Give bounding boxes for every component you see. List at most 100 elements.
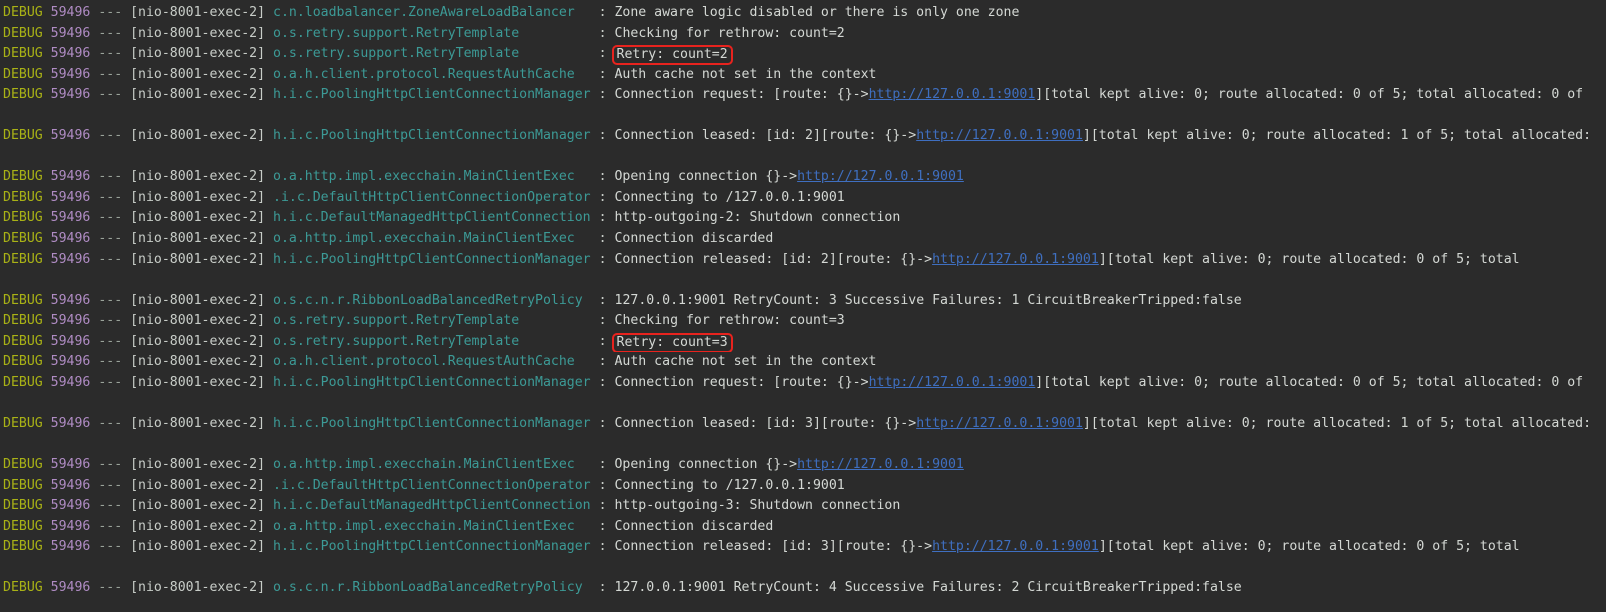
log-dashes: --- <box>98 415 123 431</box>
message-separator: : <box>598 251 607 267</box>
log-dashes: --- <box>98 477 123 493</box>
log-message: Connection released: [id: 2][route: {}->… <box>614 251 1520 267</box>
thread-name: [nio-8001-exec-2] <box>130 539 266 555</box>
url-link[interactable]: http://127.0.0.1:9001 <box>916 128 1083 143</box>
log-line: DEBUG 59496 --- [nio-8001-exec-2] h.i.c.… <box>3 414 1606 435</box>
process-id: 59496 <box>50 477 91 493</box>
process-id: 59496 <box>50 128 91 144</box>
log-line: DEBUG 59496 --- [nio-8001-exec-2] o.s.re… <box>3 24 1606 45</box>
message-separator: : <box>598 25 607 41</box>
log-line: DEBUG 59496 --- [nio-8001-exec-2] o.a.h.… <box>3 352 1606 373</box>
message-separator: : <box>598 477 607 493</box>
log-level: DEBUG <box>3 210 43 226</box>
url-link[interactable]: http://127.0.0.1:9001 <box>932 252 1099 267</box>
thread-name: [nio-8001-exec-2] <box>130 292 266 308</box>
logger-name: o.s.retry.support.RetryTemplate <box>273 46 520 62</box>
process-id: 59496 <box>50 539 91 555</box>
process-id: 59496 <box>50 46 91 62</box>
process-id: 59496 <box>50 25 91 41</box>
log-message: Connecting to /127.0.0.1:9001 <box>614 189 845 205</box>
logger-name: o.a.http.impl.execchain.MainClientExec <box>273 231 575 247</box>
process-id: 59496 <box>50 87 91 103</box>
url-link[interactable]: http://127.0.0.1:9001 <box>932 539 1099 554</box>
message-separator: : <box>598 333 607 349</box>
process-id: 59496 <box>50 5 91 20</box>
logger-name: .i.c.DefaultHttpClientConnectionOperator <box>273 477 591 493</box>
log-dashes: --- <box>98 292 123 308</box>
log-blank-line <box>3 558 1606 579</box>
log-message: Retry: count=3 <box>611 332 733 353</box>
message-separator: : <box>598 580 607 596</box>
message-separator: : <box>598 539 607 555</box>
log-level: DEBUG <box>3 46 43 62</box>
log-dashes: --- <box>98 518 123 534</box>
thread-name: [nio-8001-exec-2] <box>130 333 266 349</box>
process-id: 59496 <box>50 313 91 329</box>
process-id: 59496 <box>50 292 91 308</box>
log-level: DEBUG <box>3 477 43 493</box>
log-blank-line <box>3 393 1606 414</box>
log-message: Connection leased: [id: 2][route: {}->ht… <box>614 128 1592 144</box>
log-line: DEBUG 59496 --- [nio-8001-exec-2] o.s.c.… <box>3 291 1606 312</box>
log-line: DEBUG 59496 --- [nio-8001-exec-2] h.i.c.… <box>3 496 1606 517</box>
log-line: DEBUG 59496 --- [nio-8001-exec-2] .i.c.D… <box>3 188 1606 209</box>
log-message: Opening connection {}->http://127.0.0.1:… <box>614 169 964 185</box>
url-link[interactable]: http://127.0.0.1:9001 <box>916 416 1083 431</box>
process-id: 59496 <box>50 66 91 82</box>
process-id: 59496 <box>50 189 91 205</box>
thread-name: [nio-8001-exec-2] <box>130 251 266 267</box>
process-id: 59496 <box>50 374 91 390</box>
logger-name: h.i.c.DefaultManagedHttpClientConnection <box>273 210 591 226</box>
thread-name: [nio-8001-exec-2] <box>130 231 266 247</box>
message-separator: : <box>598 374 607 390</box>
url-link[interactable]: http://127.0.0.1:9001 <box>797 169 964 184</box>
message-separator: : <box>598 313 607 329</box>
log-dashes: --- <box>98 46 123 62</box>
url-link[interactable]: http://127.0.0.1:9001 <box>869 375 1036 390</box>
log-line: DEBUG 59496 --- [nio-8001-exec-2] h.i.c.… <box>3 85 1606 106</box>
log-dashes: --- <box>98 210 123 226</box>
message-separator: : <box>598 189 607 205</box>
url-link[interactable]: http://127.0.0.1:9001 <box>797 457 964 472</box>
thread-name: [nio-8001-exec-2] <box>130 210 266 226</box>
log-line: DEBUG 59496 --- [nio-8001-exec-2] h.i.c.… <box>3 208 1606 229</box>
log-line: DEBUG 59496 --- [nio-8001-exec-2] o.a.ht… <box>3 229 1606 250</box>
message-separator: : <box>598 46 607 62</box>
thread-name: [nio-8001-exec-2] <box>130 415 266 431</box>
thread-name: [nio-8001-exec-2] <box>130 128 266 144</box>
log-message: Auth cache not set in the context <box>614 354 877 370</box>
log-level: DEBUG <box>3 313 43 329</box>
message-separator: : <box>598 128 607 144</box>
log-level: DEBUG <box>3 498 43 514</box>
log-message: 127.0.0.1:9001 RetryCount: 4 Successive … <box>614 580 1242 596</box>
log-level: DEBUG <box>3 189 43 205</box>
log-level: DEBUG <box>3 292 43 308</box>
logger-name: h.i.c.PoolingHttpClientConnectionManager <box>273 87 591 103</box>
process-id: 59496 <box>50 210 91 226</box>
logger-name: o.s.retry.support.RetryTemplate <box>273 333 520 349</box>
logger-name: h.i.c.PoolingHttpClientConnectionManager <box>273 415 591 431</box>
log-level: DEBUG <box>3 580 43 596</box>
log-dashes: --- <box>98 333 123 349</box>
log-line: DEBUG 59496 --- [nio-8001-exec-2] h.i.c.… <box>3 537 1606 558</box>
logger-name: o.s.retry.support.RetryTemplate <box>273 25 520 41</box>
url-link[interactable]: http://127.0.0.1:9001 <box>869 87 1036 102</box>
log-line: DEBUG 59496 --- [nio-8001-exec-2] o.s.re… <box>3 44 1606 65</box>
log-line: DEBUG 59496 --- [nio-8001-exec-2] o.a.ht… <box>3 167 1606 188</box>
logger-name: o.s.c.n.r.RibbonLoadBalancedRetryPolicy <box>273 292 583 308</box>
process-id: 59496 <box>50 580 91 596</box>
log-message: http-outgoing-2: Shutdown connection <box>614 210 901 226</box>
log-dashes: --- <box>98 128 123 144</box>
log-line: DEBUG 59496 --- [nio-8001-exec-2] o.a.ht… <box>3 517 1606 538</box>
log-line: DEBUG 59496 --- [nio-8001-exec-2] h.i.c.… <box>3 250 1606 271</box>
message-separator: : <box>598 498 607 514</box>
log-level: DEBUG <box>3 518 43 534</box>
log-line: DEBUG 59496 --- [nio-8001-exec-2] o.s.c.… <box>3 578 1606 599</box>
logger-name: h.i.c.DefaultManagedHttpClientConnection <box>273 498 591 514</box>
log-message: Connection released: [id: 3][route: {}->… <box>614 539 1520 555</box>
log-message: Retry: count=2 <box>611 45 733 65</box>
log-dashes: --- <box>98 87 123 103</box>
thread-name: [nio-8001-exec-2] <box>130 374 266 390</box>
log-console[interactable]: DEBUG 59496 --- [nio-8001-exec-2] c.n.lo… <box>0 0 1606 612</box>
log-message: Connection request: [route: {}->http://1… <box>614 374 1584 390</box>
